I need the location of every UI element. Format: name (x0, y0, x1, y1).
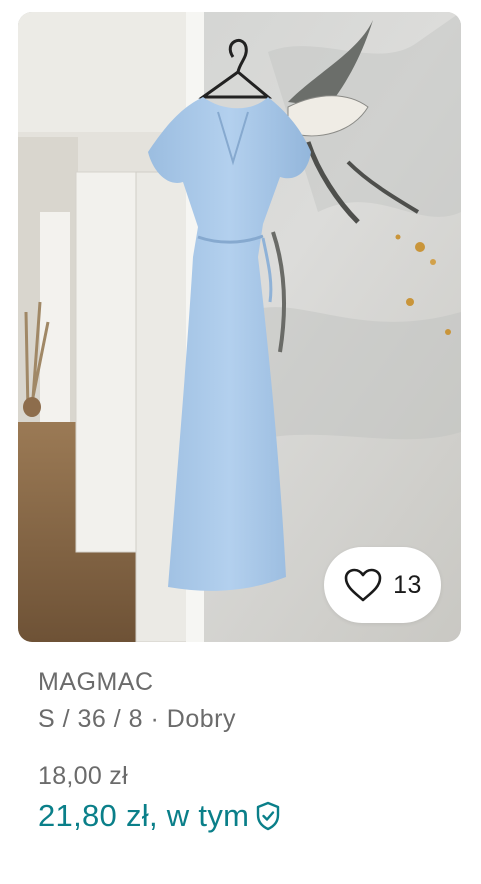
item-photo[interactable]: 13 (18, 12, 461, 642)
heart-outline-icon (344, 568, 382, 602)
price-with-buyer-protection[interactable]: 21,80 zł, w tym (38, 798, 281, 834)
listing-card[interactable]: 13 MAGMAC S / 36 / 8 · Dobry 18,00 zł 21… (0, 0, 481, 884)
item-price: 18,00 zł (38, 762, 128, 790)
item-details: S / 36 / 8 · Dobry (38, 705, 236, 733)
price-with-protection-text: 21,80 zł, w tym (38, 798, 250, 833)
shield-check-icon (257, 801, 280, 831)
favorites-count: 13 (393, 570, 422, 599)
brand-name: MAGMAC (38, 668, 154, 696)
favorite-button[interactable]: 13 (324, 547, 441, 623)
